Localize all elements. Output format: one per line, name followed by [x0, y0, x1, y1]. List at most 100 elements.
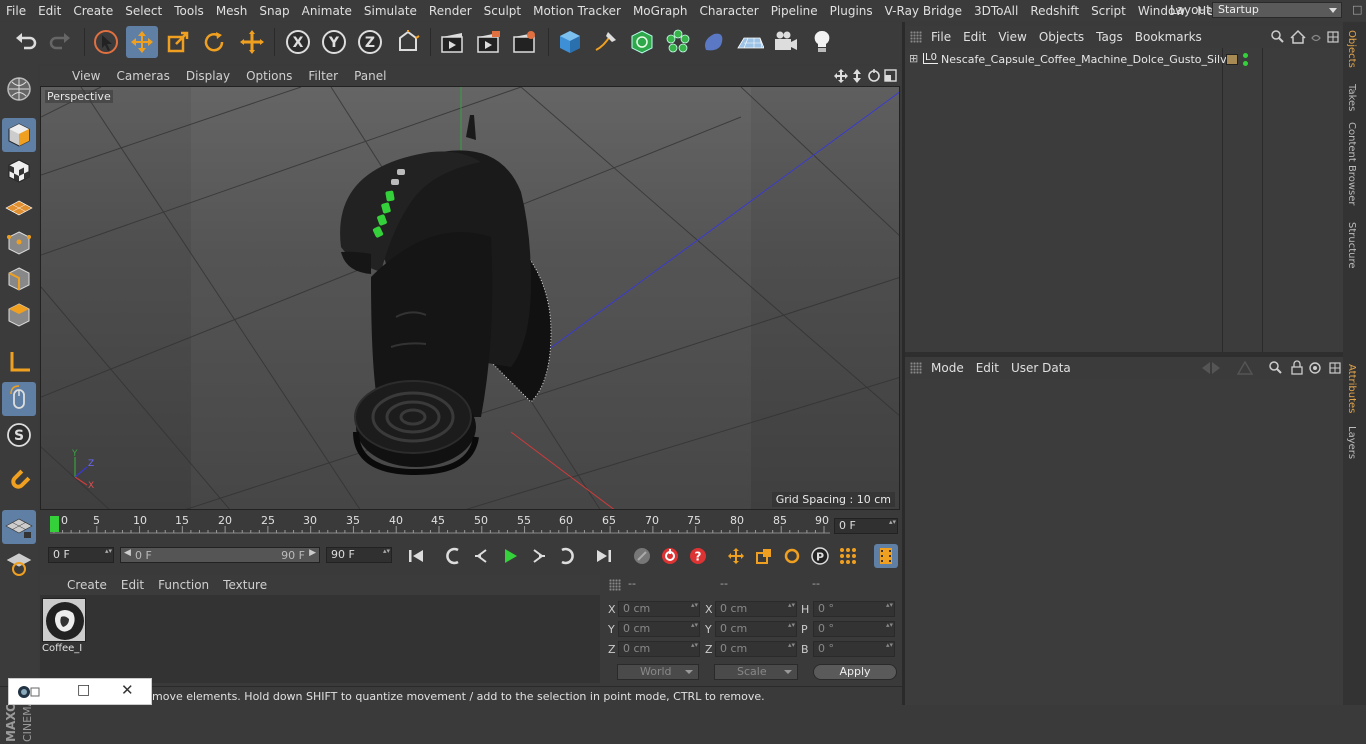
- menu-create[interactable]: Create: [67, 4, 119, 18]
- redo-icon[interactable]: [44, 26, 76, 58]
- layer-color-swatch[interactable]: [1226, 54, 1238, 65]
- attribute-menu-mode[interactable]: Mode: [925, 361, 970, 375]
- tab-layers[interactable]: Layers: [1346, 426, 1357, 459]
- menu-vray-bridge[interactable]: V-Ray Bridge: [879, 4, 968, 18]
- cloner-icon[interactable]: [662, 26, 694, 58]
- tab-objects[interactable]: Objects: [1346, 30, 1357, 68]
- object-name[interactable]: Nescafe_Capsule_Coffee_Machine_Dolce_Gus…: [941, 53, 1238, 66]
- apply-button[interactable]: Apply: [813, 664, 897, 680]
- y-axis-icon[interactable]: Y: [318, 26, 350, 58]
- play-forward-icon[interactable]: [498, 544, 522, 568]
- floor-icon[interactable]: [734, 26, 766, 58]
- panel-grip[interactable]: [609, 579, 621, 591]
- viewport-menu-display[interactable]: Display: [178, 69, 238, 83]
- points-mode-icon[interactable]: [2, 226, 36, 260]
- object-manager-tools[interactable]: [1270, 29, 1342, 45]
- menu-render[interactable]: Render: [423, 4, 478, 18]
- solo-icon[interactable]: S: [2, 418, 36, 452]
- object-manager[interactable]: ⊞ L0 Nescafe_Capsule_Coffee_Machine_Dolc…: [905, 48, 1343, 352]
- workplane-lock-icon[interactable]: [2, 510, 36, 544]
- scale-icon[interactable]: [162, 26, 194, 58]
- viewport-menu-view[interactable]: View: [64, 69, 108, 83]
- menu-snap[interactable]: Snap: [253, 4, 295, 18]
- undo-icon[interactable]: [10, 26, 42, 58]
- rotate-icon[interactable]: [198, 26, 230, 58]
- tab-structure[interactable]: Structure: [1346, 222, 1357, 269]
- timeline-window-icon[interactable]: [874, 544, 898, 568]
- close-icon[interactable]: ✕: [121, 681, 134, 699]
- key-position-icon[interactable]: [724, 544, 748, 568]
- menu-edit[interactable]: Edit: [32, 4, 67, 18]
- object-row[interactable]: ⊞ L0 Nescafe_Capsule_Coffee_Machine_Dolc…: [905, 51, 1343, 69]
- record-disabled-icon[interactable]: [630, 544, 654, 568]
- coordinate-space-select[interactable]: World: [617, 664, 699, 680]
- snap-magnet-icon[interactable]: [2, 464, 36, 498]
- position-y-field[interactable]: 0 cm: [618, 621, 700, 637]
- tab-takes[interactable]: Takes: [1346, 84, 1357, 111]
- menu-mograph[interactable]: MoGraph: [627, 4, 694, 18]
- model-mode-icon[interactable]: [2, 118, 36, 152]
- panel-grip[interactable]: [910, 362, 922, 374]
- object-menu-tags[interactable]: Tags: [1090, 30, 1129, 44]
- menu-pipeline[interactable]: Pipeline: [765, 4, 824, 18]
- position-x-field[interactable]: 0 cm: [618, 601, 700, 617]
- menu-file[interactable]: File: [0, 4, 32, 18]
- material-menu-function[interactable]: Function: [151, 578, 216, 592]
- object-menu-edit[interactable]: Edit: [957, 30, 992, 44]
- maximize-icon[interactable]: □: [77, 682, 90, 698]
- timeline[interactable]: 0 5 10 15 20 25 30 35 40 45 50 55 60 65 …: [40, 512, 902, 538]
- render-picture-viewer-icon[interactable]: [472, 26, 504, 58]
- next-keyframe-icon[interactable]: [554, 544, 578, 568]
- move-icon[interactable]: [126, 26, 158, 58]
- cube-icon[interactable]: [554, 26, 586, 58]
- viewport-menu-cameras[interactable]: Cameras: [108, 69, 177, 83]
- layout-select[interactable]: Startup: [1212, 2, 1342, 18]
- rotation-h-field[interactable]: 0 °: [813, 601, 895, 617]
- attribute-menu-user-data[interactable]: User Data: [1005, 361, 1077, 375]
- end-frame-field[interactable]: 90 F: [326, 547, 392, 563]
- panel-grip[interactable]: [910, 31, 922, 43]
- menu-mesh[interactable]: Mesh: [210, 4, 254, 18]
- render-visibility-dot[interactable]: [1243, 61, 1248, 66]
- object-menu-bookmarks[interactable]: Bookmarks: [1129, 30, 1208, 44]
- x-axis-icon[interactable]: X: [282, 26, 314, 58]
- tab-attributes[interactable]: Attributes: [1346, 364, 1357, 413]
- range-left-arrow-icon[interactable]: ◀: [124, 548, 131, 558]
- menu-3dtoall[interactable]: 3DToAll: [968, 4, 1024, 18]
- key-rotation-icon[interactable]: [780, 544, 804, 568]
- minimized-window[interactable]: □ ✕: [8, 678, 152, 705]
- coordinate-mode-select[interactable]: Scale: [714, 664, 798, 680]
- menu-character[interactable]: Character: [693, 4, 764, 18]
- viewport-menu-options[interactable]: Options: [238, 69, 300, 83]
- rotation-b-field[interactable]: 0 °: [813, 641, 895, 657]
- viewport-menu-panel[interactable]: Panel: [346, 69, 394, 83]
- start-frame-field[interactable]: 0 F: [48, 547, 114, 563]
- workplane-icon[interactable]: [2, 190, 36, 224]
- material-name[interactable]: Coffee_I: [42, 643, 86, 654]
- material-menu-edit[interactable]: Edit: [114, 578, 151, 592]
- pen-icon[interactable]: [590, 26, 622, 58]
- size-z-field[interactable]: 0 cm: [715, 641, 797, 657]
- object-menu-view[interactable]: View: [992, 30, 1032, 44]
- size-x-field[interactable]: 0 cm: [715, 601, 797, 617]
- polygons-mode-icon[interactable]: [2, 298, 36, 332]
- 3d-viewport[interactable]: Y Z X Perspective Grid Spacing : 10 cm: [40, 86, 900, 510]
- light-icon[interactable]: [806, 26, 838, 58]
- next-frame-icon[interactable]: [526, 544, 550, 568]
- object-menu-file[interactable]: File: [925, 30, 957, 44]
- menu-plugins[interactable]: Plugins: [824, 4, 879, 18]
- viewport-menu-filter[interactable]: Filter: [300, 69, 346, 83]
- expand-plus-icon[interactable]: ⊞: [909, 52, 918, 65]
- menu-tools[interactable]: Tools: [168, 4, 210, 18]
- current-frame-field[interactable]: 0 F: [834, 518, 898, 534]
- locked-workplane-icon[interactable]: [2, 546, 36, 580]
- attribute-manager-tools[interactable]: [1198, 360, 1343, 376]
- z-axis-icon[interactable]: Z: [354, 26, 386, 58]
- menu-animate[interactable]: Animate: [296, 4, 358, 18]
- size-y-field[interactable]: 0 cm: [715, 621, 797, 637]
- recent-tool-icon[interactable]: [236, 26, 268, 58]
- tab-content-browser[interactable]: Content Browser: [1346, 122, 1357, 205]
- tweak-mode-icon[interactable]: [2, 382, 36, 416]
- live-selection-icon[interactable]: [90, 26, 122, 58]
- go-to-end-icon[interactable]: [592, 544, 616, 568]
